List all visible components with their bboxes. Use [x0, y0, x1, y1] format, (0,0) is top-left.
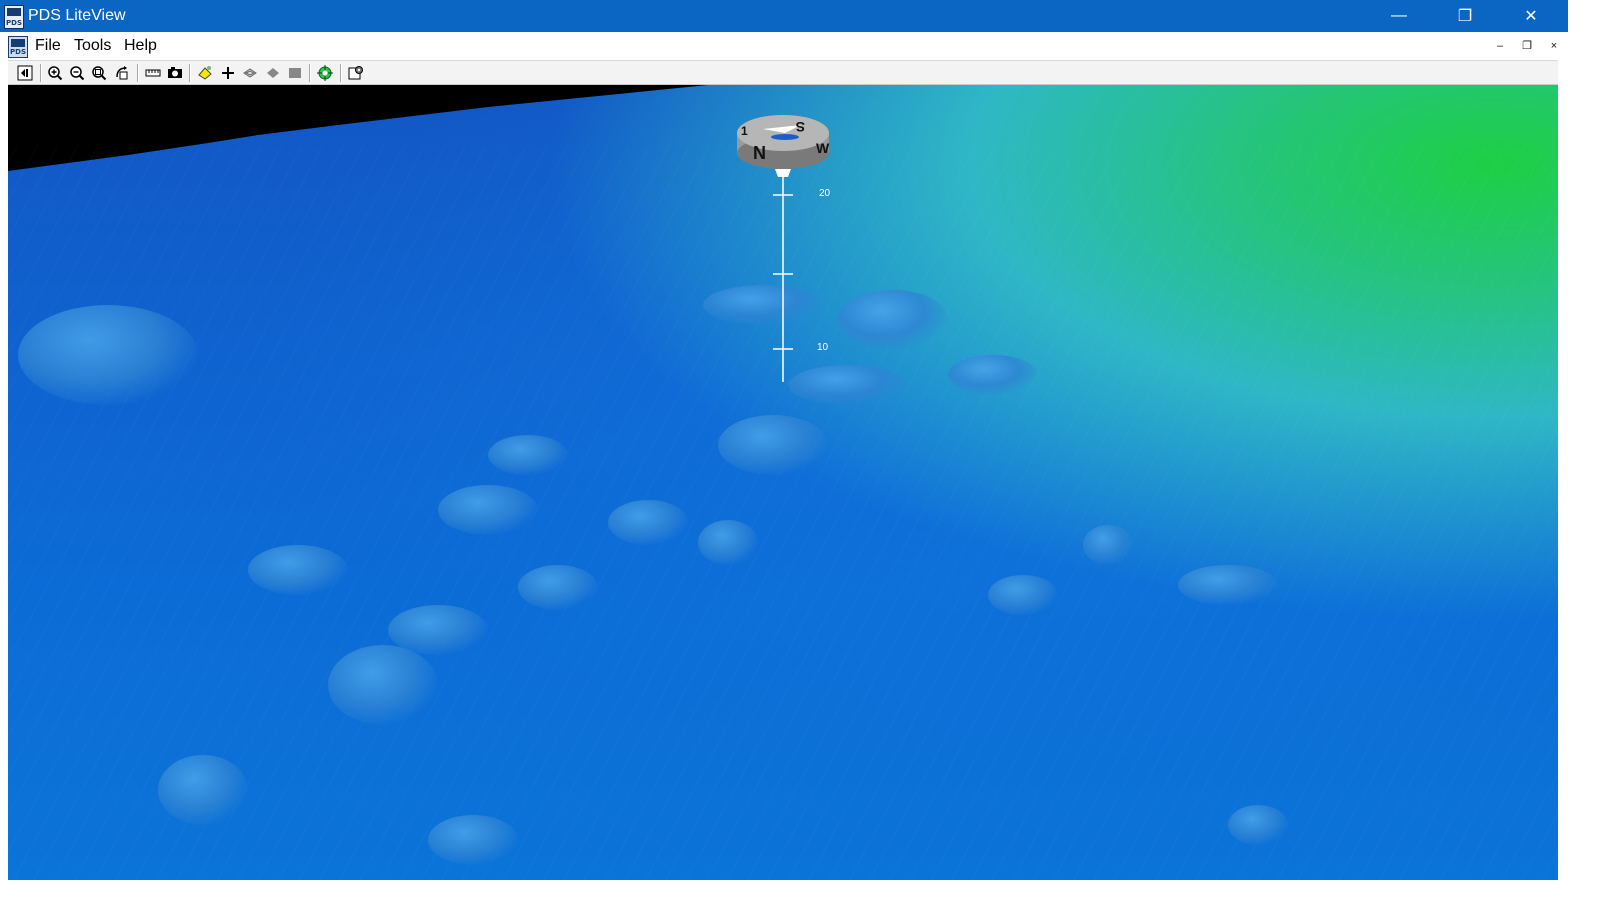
- window-border-bottom: [0, 880, 1600, 900]
- terrain-mound: [988, 575, 1058, 615]
- window-border-left: [0, 60, 8, 880]
- zoom-out-icon[interactable]: [68, 64, 86, 82]
- terrain-mound: [1083, 525, 1133, 565]
- terrain-mound: [328, 645, 438, 725]
- 3d-viewport[interactable]: N W S 1 20 10: [8, 85, 1558, 880]
- mdi-restore-button[interactable]: ❐: [1517, 38, 1537, 54]
- depth-scale-label: 10: [817, 342, 829, 353]
- toolbar-separator: [340, 64, 342, 82]
- camera-icon[interactable]: [166, 64, 184, 82]
- surface-icon[interactable]: [241, 64, 259, 82]
- mdi-close-button[interactable]: ×: [1544, 38, 1564, 54]
- toolbar-separator: [189, 64, 191, 82]
- mdi-minimize-button[interactable]: –: [1490, 38, 1510, 54]
- fit-view-icon[interactable]: [16, 64, 34, 82]
- terrain-mound: [518, 565, 598, 610]
- ruler-icon[interactable]: [144, 64, 162, 82]
- minimize-button[interactable]: —: [1376, 0, 1422, 32]
- menu-bar: PDS File Tools Help – ❐ ×: [0, 32, 1568, 61]
- target-icon[interactable]: [316, 64, 334, 82]
- app-logo-icon: PDS: [4, 5, 24, 29]
- toolbar: [0, 61, 1568, 85]
- screen-background: [1568, 0, 1600, 900]
- terrain-mound: [1228, 805, 1288, 845]
- fill-icon[interactable]: [286, 64, 304, 82]
- solid-icon[interactable]: [264, 64, 282, 82]
- zoom-window-icon[interactable]: [90, 64, 108, 82]
- terrain-mound: [948, 355, 1038, 395]
- document-icon[interactable]: PDS: [8, 36, 28, 58]
- menu-help[interactable]: Help: [124, 37, 157, 55]
- terrain-mound: [488, 435, 568, 475]
- title-bar: PDS PDS LiteView — ❐ ✕: [0, 0, 1568, 32]
- compass-south-label: S: [796, 119, 805, 135]
- window-title: PDS LiteView: [28, 7, 126, 24]
- compass-widget[interactable]: N W S 1 20 10: [723, 107, 863, 417]
- terrain-mound: [698, 520, 758, 565]
- compass-east-label: 1: [741, 124, 748, 138]
- toolbar-separator: [40, 64, 42, 82]
- settings-icon[interactable]: [347, 64, 365, 82]
- zoom-in-icon[interactable]: [46, 64, 64, 82]
- terrain-mound: [438, 485, 538, 535]
- terrain-mound: [718, 415, 828, 475]
- compass-west-label: W: [816, 140, 830, 156]
- rotate-icon[interactable]: [113, 64, 131, 82]
- crosshair-icon[interactable]: [219, 64, 237, 82]
- highlight-icon[interactable]: [196, 64, 214, 82]
- terrain-mound: [428, 815, 518, 865]
- terrain-mound: [1178, 565, 1278, 605]
- compass-north-label: N: [753, 143, 766, 163]
- terrain-mound: [158, 755, 248, 825]
- window-border-right: [1558, 60, 1568, 900]
- terrain-mound: [608, 500, 688, 545]
- menu-tools[interactable]: Tools: [74, 37, 111, 55]
- terrain-mound: [248, 545, 348, 595]
- terrain-mound: [18, 305, 198, 405]
- depth-scale-label: 20: [819, 188, 831, 199]
- toolbar-separator: [137, 64, 139, 82]
- menu-file[interactable]: File: [35, 37, 61, 55]
- toolbar-separator: [309, 64, 311, 82]
- close-button[interactable]: ✕: [1508, 0, 1554, 32]
- maximize-button[interactable]: ❐: [1442, 0, 1488, 32]
